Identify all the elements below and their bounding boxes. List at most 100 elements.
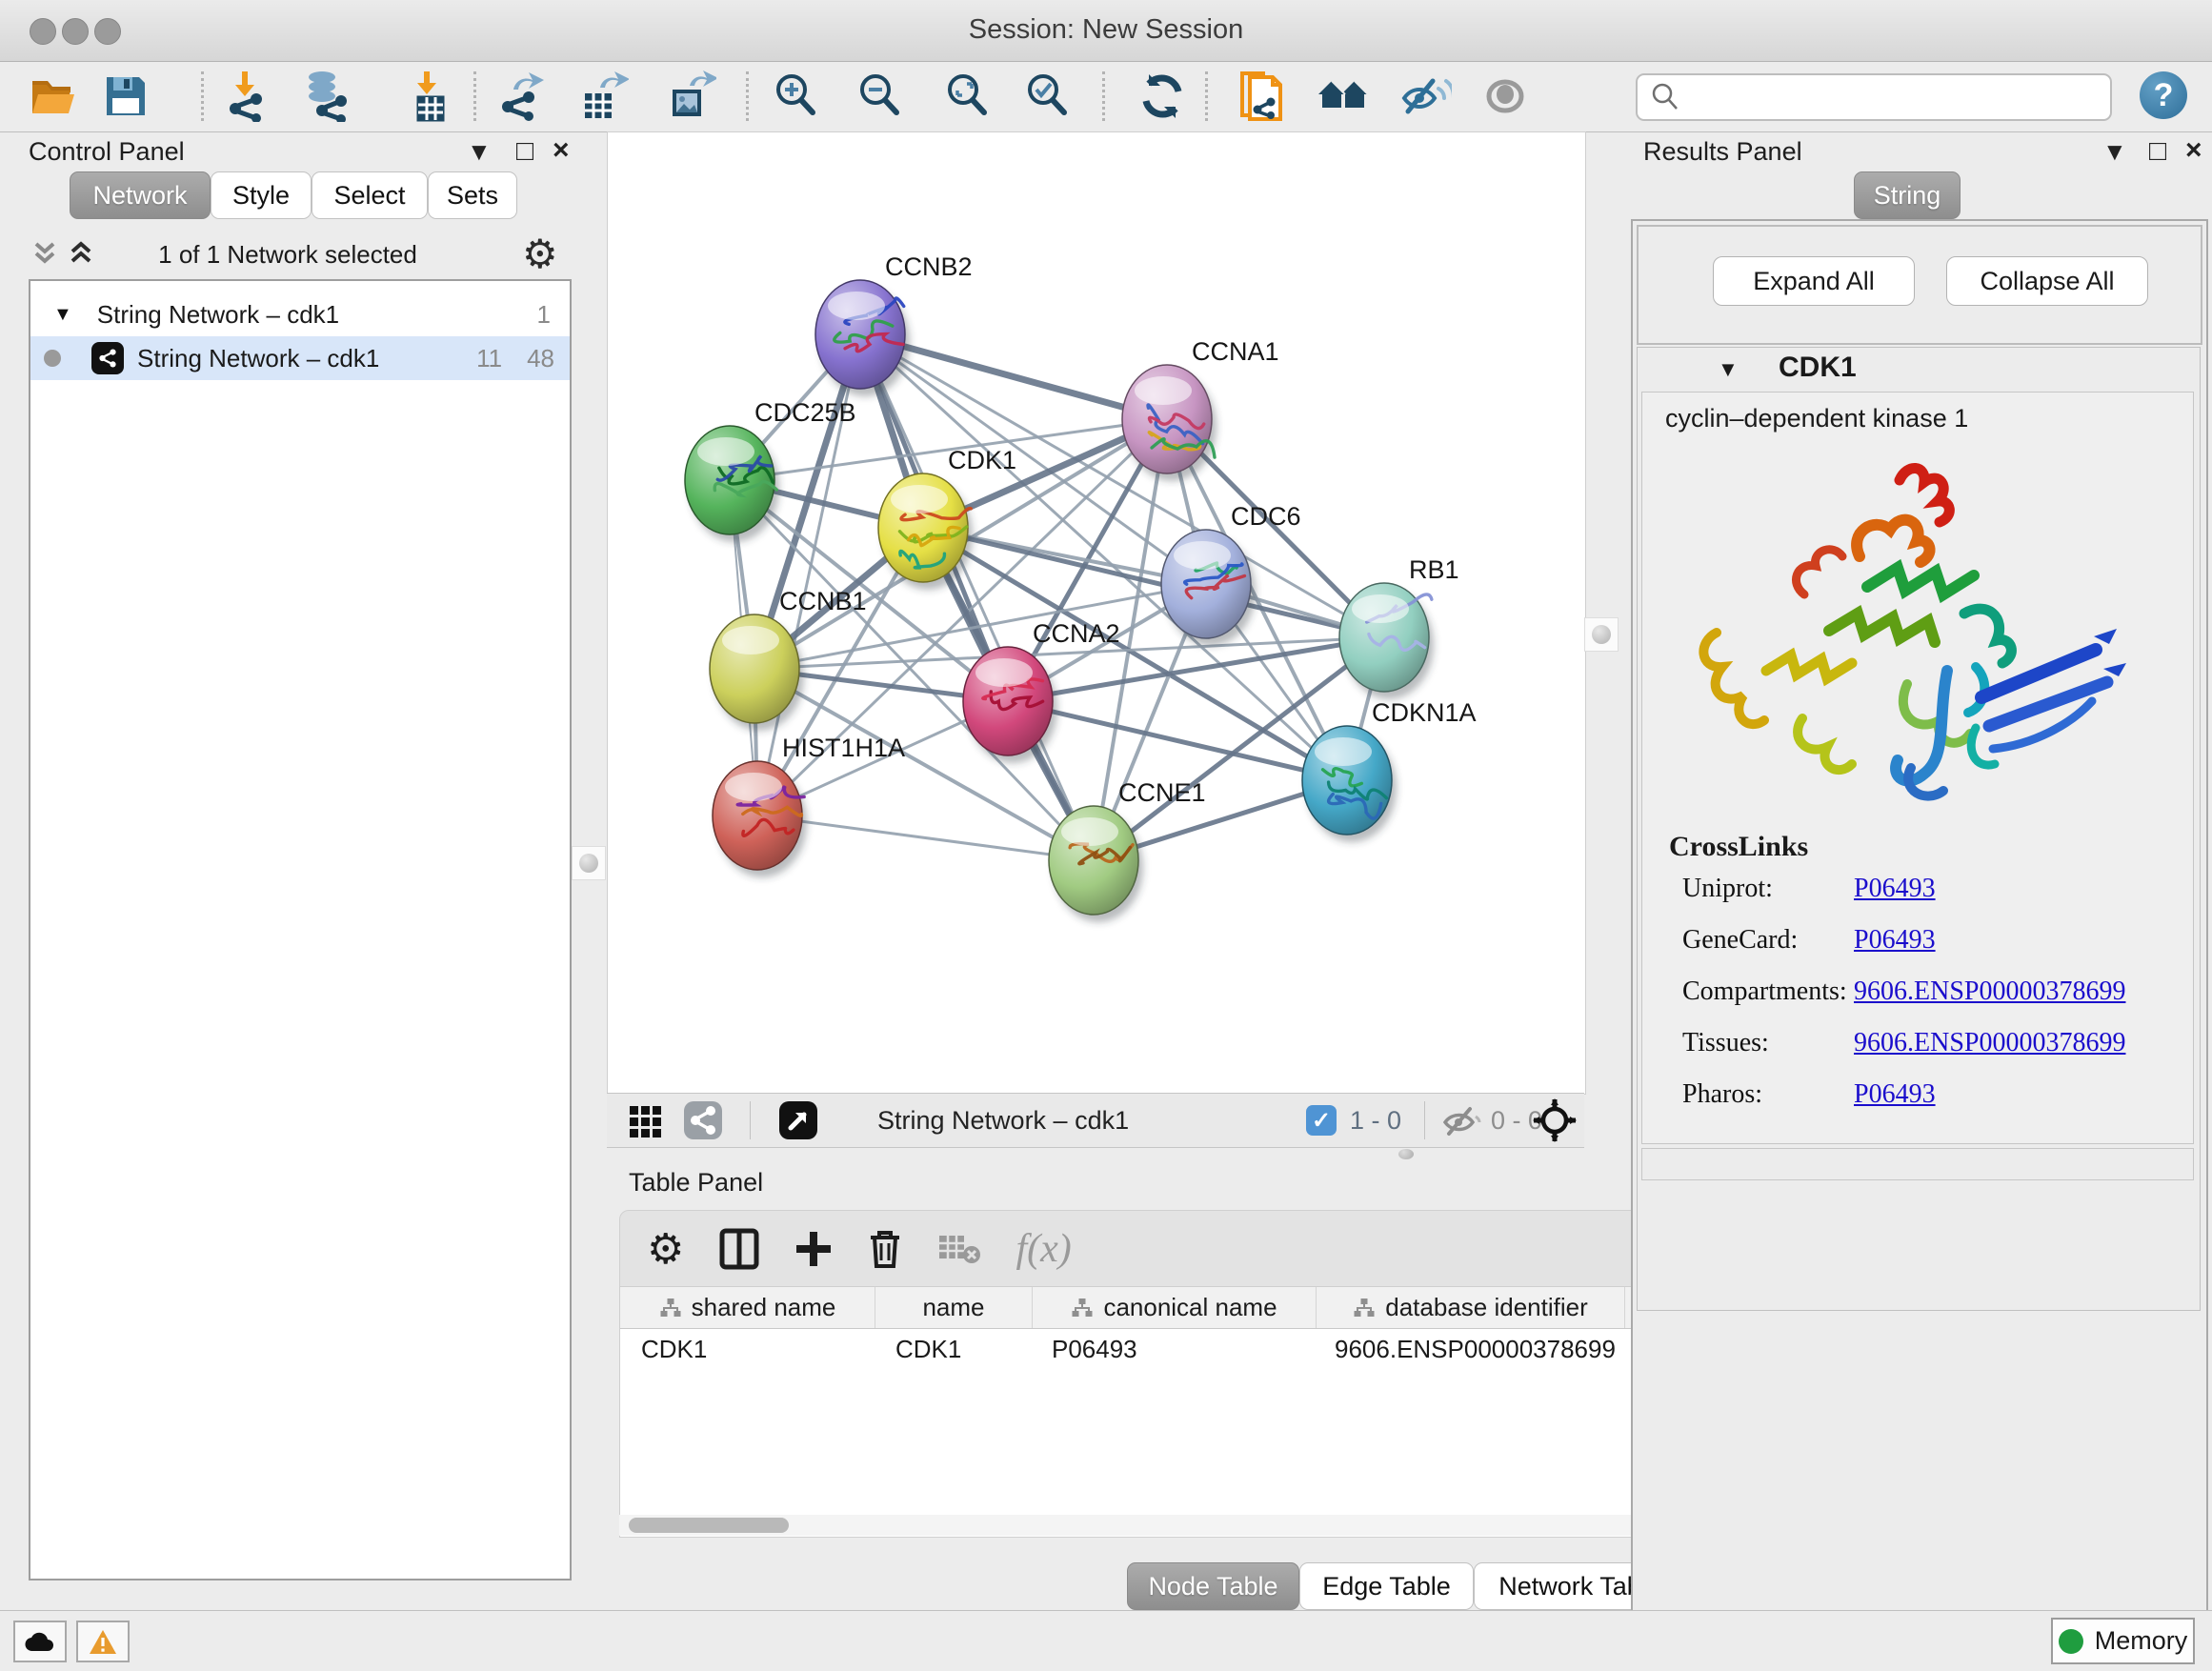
memory-button[interactable]: Memory <box>2051 1618 2195 1664</box>
show-columns-icon[interactable] <box>718 1227 760 1271</box>
zoom-in-icon[interactable] <box>770 70 823 123</box>
crosslink-link[interactable]: P06493 <box>1854 874 1936 904</box>
results-panel-collapse-icon[interactable]: ▼ <box>2102 139 2127 164</box>
delete-column-icon[interactable] <box>867 1228 903 1270</box>
column-header-shared-name[interactable]: shared name <box>620 1287 875 1328</box>
network-edge-count: 48 <box>527 344 554 373</box>
results-panel-close-icon[interactable]: × <box>2185 136 2202 165</box>
network-node-CCNB1[interactable]: CCNB1 <box>710 587 867 731</box>
import-table-icon[interactable] <box>400 70 453 123</box>
table-options-gear-icon[interactable]: ⚙ <box>647 1225 684 1274</box>
tab-select[interactable]: Select <box>312 171 428 219</box>
crosslink-link[interactable]: 9606.ENSP00000378699 <box>1854 1028 2125 1058</box>
collapse-all-button[interactable]: Collapse All <box>1946 256 2148 306</box>
network-row-selected[interactable]: String Network – cdk1 11 48 <box>30 336 570 380</box>
search-bar[interactable] <box>1636 73 2112 121</box>
import-network-database-icon[interactable] <box>300 70 353 123</box>
network-node-HIST1H1A[interactable]: HIST1H1A <box>713 734 905 877</box>
results-panel: Results Panel ▼ □ × String Expand All Co… <box>1624 131 2212 1610</box>
zoom-selected-icon[interactable] <box>1021 70 1075 123</box>
network-node-CCNB2[interactable]: CCNB2 <box>815 252 973 396</box>
network-options-gear-icon[interactable]: ⚙ <box>522 231 558 277</box>
table-cell[interactable]: 9606.ENSP00000378699 <box>1314 1329 1621 1369</box>
fit-selected-crosshair-icon[interactable] <box>1533 1094 1577 1147</box>
column-header-name[interactable]: name <box>875 1287 1033 1328</box>
table-cell[interactable]: CDK1 <box>620 1329 875 1369</box>
show-graphics-icon[interactable] <box>1478 70 1532 123</box>
network-node-CDC6[interactable]: CDC6 <box>1161 502 1301 646</box>
help-button[interactable]: ? <box>2140 71 2187 119</box>
network-node-CCNE1[interactable]: CCNE1 <box>1049 778 1206 922</box>
zoom-fit-icon[interactable] <box>941 70 995 123</box>
tab-edge-table[interactable]: Edge Table <box>1299 1562 1474 1610</box>
network-view-canvas[interactable]: CCNB2CCNA1CDC25BCDK1CDC6RB1CCNB1CCNA2CDK… <box>607 131 1586 1095</box>
open-session-icon[interactable] <box>27 70 80 123</box>
tab-network[interactable]: Network <box>70 171 211 219</box>
network-node-RB1[interactable]: RB1 <box>1339 555 1459 699</box>
title-bar: Session: New Session <box>0 0 2212 62</box>
main-toolbar: ? <box>0 62 2212 132</box>
crosslink-link[interactable]: P06493 <box>1854 925 1936 956</box>
splitter-handle[interactable] <box>1584 617 1619 652</box>
export-network-icon[interactable] <box>495 70 549 123</box>
column-header-database-identifier[interactable]: database identifier <box>1317 1287 1625 1328</box>
splitter-handle[interactable] <box>1398 1149 1414 1159</box>
crosslink-row: Compartments:9606.ENSP00000378699 <box>1682 976 2125 1007</box>
export-image-icon[interactable] <box>664 70 717 123</box>
splitter-handle[interactable] <box>572 846 606 880</box>
import-network-file-icon[interactable] <box>221 70 274 123</box>
string-network-icon <box>91 342 124 374</box>
node-label: CDC6 <box>1231 502 1301 531</box>
selected-checkbox[interactable]: ✓ <box>1306 1094 1337 1147</box>
export-table-icon[interactable] <box>576 70 630 123</box>
network-node-CDKN1A[interactable]: CDKN1A <box>1302 698 1477 842</box>
table-cell[interactable]: CDK1 <box>875 1329 1031 1369</box>
open-in-browser-icon[interactable] <box>778 1094 818 1147</box>
network-edge[interactable] <box>860 334 1094 860</box>
create-column-icon[interactable] <box>794 1230 833 1268</box>
network-edge[interactable] <box>923 528 1384 637</box>
tab-string-results[interactable]: String <box>1854 171 1961 219</box>
tree-expander-icon[interactable]: ▼ <box>53 304 72 326</box>
network-node-CCNA2[interactable]: CCNA2 <box>963 619 1120 763</box>
birdseye-grid-icon[interactable] <box>628 1094 664 1147</box>
hide-unhide-icon[interactable] <box>1398 70 1452 123</box>
network-edge[interactable] <box>757 815 1094 860</box>
string-share-icon[interactable] <box>683 1094 723 1147</box>
delete-table-icon[interactable] <box>937 1232 981 1266</box>
expand-all-button[interactable]: Expand All <box>1713 256 1915 306</box>
zoom-out-icon[interactable] <box>854 70 907 123</box>
tab-sets[interactable]: Sets <box>428 171 517 219</box>
results-panel-float-icon[interactable]: □ <box>2149 137 2166 166</box>
control-panel-float-icon[interactable]: □ <box>516 137 533 166</box>
refresh-icon[interactable] <box>1136 70 1189 123</box>
network-node-CCNA1[interactable]: CCNA1 <box>1122 337 1279 481</box>
control-panel-close-icon[interactable]: × <box>553 136 570 165</box>
save-session-icon[interactable] <box>99 70 152 123</box>
network-node-CDK1[interactable]: CDK1 <box>878 446 1016 590</box>
network-edge[interactable] <box>1008 701 1347 780</box>
results-scroll-strip[interactable] <box>1641 1148 2194 1180</box>
string-app-icon[interactable] <box>1235 70 1288 123</box>
warnings-button[interactable] <box>76 1621 130 1662</box>
crosslink-link[interactable]: 9606.ENSP00000378699 <box>1854 976 2125 1007</box>
table-cell[interactable]: P06493 <box>1031 1329 1314 1369</box>
tab-style[interactable]: Style <box>211 171 312 219</box>
node-label: HIST1H1A <box>782 734 905 762</box>
column-header-label: canonical name <box>1103 1293 1277 1322</box>
control-panel-collapse-icon[interactable]: ▼ <box>467 139 492 164</box>
hidden-eye-icon[interactable] <box>1441 1094 1483 1147</box>
protein-description: cyclin–dependent kinase 1 <box>1665 404 1968 433</box>
search-input[interactable] <box>1689 82 2110 113</box>
tab-node-table[interactable]: Node Table <box>1127 1562 1299 1610</box>
column-header-canonical-name[interactable]: canonical name <box>1033 1287 1317 1328</box>
cloud-status-button[interactable] <box>13 1621 67 1662</box>
node-label: CDK1 <box>948 446 1016 474</box>
network-node-count: 11 <box>476 344 502 373</box>
network-view-title: String Network – cdk1 <box>877 1094 1129 1147</box>
protein-expander-icon[interactable]: ▼ <box>1718 357 1739 382</box>
crosslink-link[interactable]: P06493 <box>1854 1079 1936 1110</box>
function-builder-icon[interactable]: f(x) <box>1016 1226 1071 1272</box>
network-collection-row[interactable]: ▼ String Network – cdk1 1 <box>30 292 570 336</box>
home-networks-icon[interactable] <box>1317 70 1370 123</box>
